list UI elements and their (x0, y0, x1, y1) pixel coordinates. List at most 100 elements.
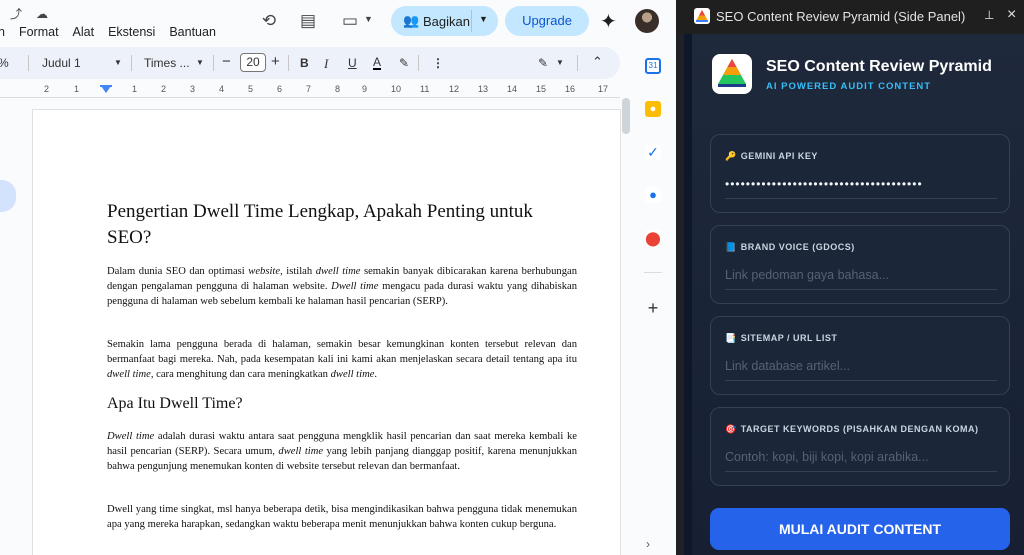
sitemap-card: 📑 SITEMAP / URL LIST Link database artike… (710, 316, 1010, 395)
upgrade-button[interactable]: Upgrade (505, 6, 589, 36)
decrease-font-icon[interactable]: − (222, 53, 231, 70)
ruler-label: 1 (132, 84, 138, 94)
ruler-label: 1 (74, 84, 80, 94)
add-addon-icon[interactable]: + (645, 299, 661, 317)
more-options-icon[interactable]: ⋮ (432, 56, 444, 70)
start-audit-button[interactable]: MULAI AUDIT CONTENT (710, 508, 1010, 550)
italic-button[interactable]: I (324, 56, 328, 72)
tasks-icon[interactable]: ✓ (645, 144, 661, 160)
menu-item-extensions[interactable]: Ekstensi (108, 25, 155, 39)
doc-title: Pengertian Dwell Time Lengkap, Apakah Pe… (107, 201, 533, 248)
bookmark-tabs-icon: 📑 (725, 333, 737, 343)
ruler[interactable]: 2 1 1 2 3 4 5 6 7 8 9 10 11 12 13 14 15 … (0, 82, 620, 98)
keywords-input[interactable]: Contoh: kopi, biji kopi, kopi arabika... (725, 450, 997, 472)
api-key-input[interactable]: •••••••••••••••••••••••••••••••••••••• (725, 177, 997, 199)
ruler-label: 7 (306, 84, 312, 94)
ruler-label: 6 (277, 84, 283, 94)
share-button[interactable]: 👥 Bagikan ▼ (391, 6, 498, 36)
chevron-up-icon[interactable]: ⌃ (592, 54, 603, 70)
sitemap-input[interactable]: Link database artikel... (725, 359, 997, 381)
ruler-label: 15 (536, 84, 547, 94)
divider (213, 55, 214, 71)
menu-item-format[interactable]: Format (19, 25, 59, 39)
document-canvas: Pengertian Dwell Time Lengkap, Apakah Pe… (0, 98, 632, 555)
docs-header: ⤴ ☁ n Format Alat Ekstensi Bantuan ⟲ ▤ ▭… (0, 0, 676, 44)
comments-icon[interactable]: ▤ (297, 10, 319, 32)
field-label: 📘 BRAND VOICE (GDOCS) (725, 242, 855, 253)
menu-item-help[interactable]: Bantuan (169, 25, 216, 39)
chevron-down-icon[interactable]: ▼ (196, 58, 204, 67)
font-size-input[interactable]: 20 (240, 53, 266, 72)
brand-voice-card: 📘 BRAND VOICE (GDOCS) Link pedoman gaya b… (710, 225, 1010, 304)
ruler-label: 11 (420, 84, 430, 94)
paragraph-style-select[interactable]: Judul 1 (42, 56, 81, 70)
key-icon: 🔑 (725, 151, 737, 161)
document-page[interactable]: Pengertian Dwell Time Lengkap, Apakah Pe… (32, 109, 621, 555)
divider (644, 272, 662, 273)
cloud-status-icon[interactable]: ☁ (34, 7, 50, 21)
menu-item-view[interactable]: n (0, 25, 5, 39)
side-panel-title: SEO Content Review Pyramid (Side Panel) (716, 9, 966, 24)
text-run: dwell time (315, 266, 361, 277)
meet-video-icon[interactable]: ▭ (339, 10, 361, 32)
side-panel-content: SEO Content Review Pyramid AI POWERED AU… (692, 34, 1024, 555)
ruler-label: 12 (449, 84, 460, 94)
text-run: Dalam dunia SEO dan optimasi (107, 266, 249, 277)
calendar-icon[interactable]: 31 (645, 58, 661, 74)
highlight-pen-icon[interactable]: ✎ (399, 56, 409, 70)
paragraph-2: Semakin lama pengguna berada di halaman,… (107, 337, 577, 382)
pin-icon[interactable]: ⊥ (984, 8, 994, 22)
ruler-label: 13 (478, 84, 489, 94)
chevron-down-icon[interactable]: ▼ (364, 14, 373, 24)
close-icon[interactable]: × (1007, 6, 1016, 24)
label-text: TARGET KEYWORDS (PISAHKAN DENGAN KOMA) (740, 424, 979, 434)
menu-item-tools[interactable]: Alat (73, 25, 95, 39)
divider (28, 55, 29, 71)
field-label: 🎯 TARGET KEYWORDS (PISAHKAN DENGAN KOMA) (725, 424, 979, 435)
book-icon: 📘 (725, 242, 737, 252)
chevron-down-icon[interactable]: ▼ (114, 58, 122, 67)
api-key-card: 🔑 GEMINI API KEY ••••••••••••••••••••••••… (710, 134, 1010, 213)
keep-icon[interactable]: ● (645, 101, 661, 117)
text-run: , cara menghitung dan cara meningkatkan (150, 369, 331, 380)
paragraph-3: Dwell time adalah durasi waktu antara sa… (107, 429, 577, 474)
vertical-scrollbar[interactable] (622, 98, 630, 134)
brand-voice-input[interactable]: Link pedoman gaya bahasa... (725, 268, 997, 290)
document-outline-toggle[interactable] (0, 180, 16, 212)
chevron-right-icon[interactable]: › (646, 537, 650, 551)
bold-button[interactable]: B (300, 56, 309, 70)
format-toolbar: % Judul 1 ▼ Times ... ▼ − 20 + B I U A ✎… (0, 47, 620, 79)
pyramid-logo-icon (694, 8, 710, 24)
brand-title: SEO Content Review Pyramid (766, 58, 992, 75)
editing-mode-icon[interactable]: ✎ (538, 56, 548, 70)
text-run: dwell time (278, 446, 324, 457)
menu-bar: n Format Alat Ekstensi Bantuan (0, 25, 230, 39)
ruler-label: 5 (248, 84, 254, 94)
ruler-label: 4 (219, 84, 225, 94)
left-indent-marker[interactable] (101, 86, 111, 93)
version-history-icon[interactable]: ⟲ (258, 10, 280, 32)
chevron-down-icon[interactable]: ▼ (479, 14, 488, 24)
ruler-label: 3 (190, 84, 196, 94)
font-family-select[interactable]: Times ... (144, 56, 190, 70)
keywords-card: 🎯 TARGET KEYWORDS (PISAHKAN DENGAN KOMA) … (710, 407, 1010, 486)
underline-button[interactable]: U (348, 56, 357, 70)
zoom-percent[interactable]: % (0, 56, 9, 70)
target-icon: 🎯 (725, 424, 737, 434)
text-run: website (248, 266, 281, 277)
label-text: GEMINI API KEY (740, 151, 818, 161)
side-panel-titlebar: SEO Content Review Pyramid (Side Panel) … (676, 0, 1024, 34)
text-run: Semakin lama pengguna berada di halaman,… (107, 339, 577, 365)
move-folder-icon[interactable]: ⤴ (8, 7, 24, 21)
ruler-label: 16 (565, 84, 576, 94)
gemini-sparkle-icon[interactable]: ✦ (600, 9, 617, 34)
maps-icon[interactable]: ⬤ (645, 230, 661, 246)
chevron-down-icon[interactable]: ▼ (556, 58, 564, 67)
side-panel: SEO Content Review Pyramid AI POWERED AU… (676, 34, 1024, 555)
label-text: SITEMAP / URL LIST (740, 333, 838, 343)
text-run: dwell time (107, 369, 151, 380)
contacts-icon[interactable]: ● (645, 187, 661, 203)
avatar[interactable] (635, 9, 659, 33)
text-color-button[interactable]: A (373, 56, 382, 70)
increase-font-icon[interactable]: + (271, 53, 280, 70)
